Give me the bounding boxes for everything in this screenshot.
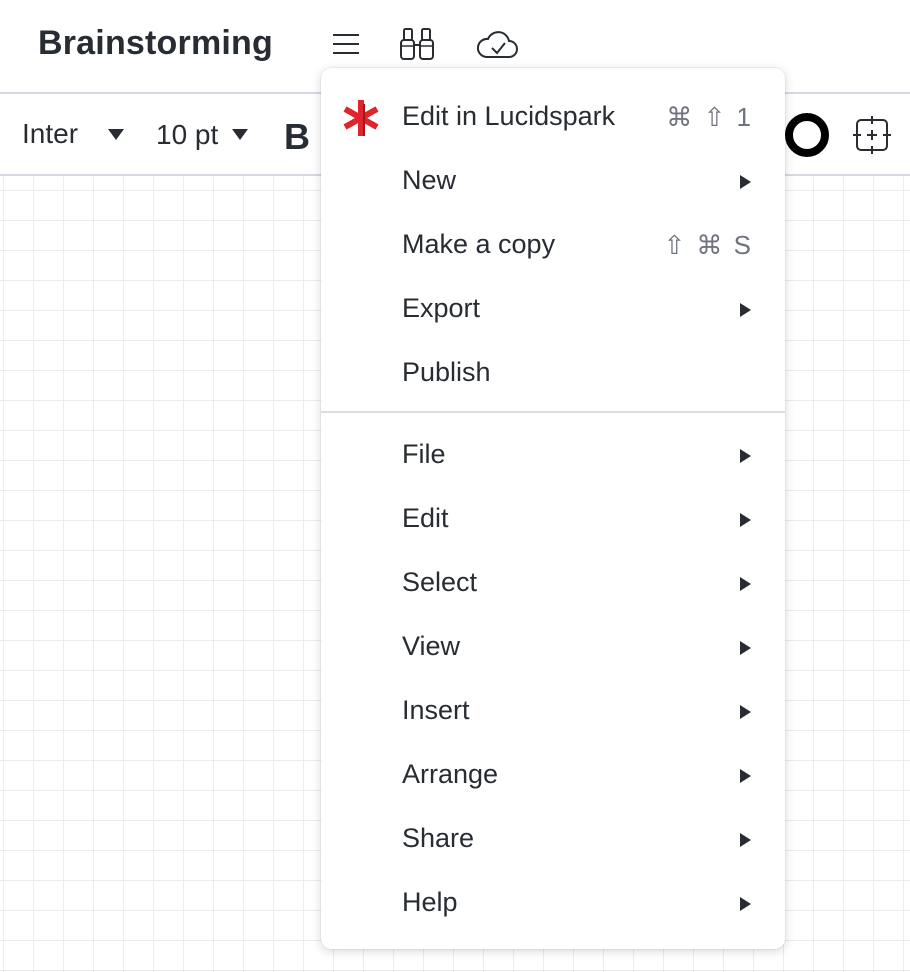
lucidspark-asterisk-icon: [341, 98, 381, 138]
menu-item-label: Export: [402, 293, 481, 323]
menu-item-file[interactable]: File: [321, 424, 785, 488]
menu-item-label: Help: [402, 887, 458, 917]
hamburger-menu-icon[interactable]: [326, 26, 366, 66]
crop-frame-icon[interactable]: [851, 114, 893, 156]
menu-item-shortcut: ⌘ ⇧ 1: [666, 102, 753, 132]
submenu-arrow-icon: [740, 449, 751, 463]
menu-item-label: Select: [402, 567, 478, 597]
menu-item-arrange[interactable]: Arrange: [321, 744, 785, 808]
menu-item-edit[interactable]: Edit: [321, 488, 785, 552]
menu-item-label: File: [402, 439, 446, 469]
menu-item-label: Share: [402, 823, 475, 853]
menu-item-make-a-copy[interactable]: Make a copy ⇧ ⌘ S: [321, 214, 785, 278]
menu-item-shortcut: ⇧ ⌘ S: [663, 230, 753, 260]
menu-item-label: Publish: [402, 357, 491, 387]
menu-item-label: New: [402, 165, 457, 195]
menu-item-share[interactable]: Share: [321, 808, 785, 872]
menu-item-select[interactable]: Select: [321, 552, 785, 616]
submenu-arrow-icon: [740, 175, 751, 189]
menu-item-export[interactable]: Export: [321, 278, 785, 342]
submenu-arrow-icon: [740, 641, 751, 655]
main-menu-dropdown: Edit in Lucidspark ⌘ ⇧ 1 New Make a copy…: [321, 68, 785, 949]
menu-item-label: Arrange: [402, 759, 499, 789]
submenu-arrow-icon: [740, 513, 751, 527]
menu-item-new[interactable]: New: [321, 150, 785, 214]
submenu-arrow-icon: [740, 769, 751, 783]
menu-item-view[interactable]: View: [321, 616, 785, 680]
submenu-arrow-icon: [740, 577, 751, 591]
line-color-icon[interactable]: [784, 112, 830, 158]
bold-button[interactable]: B: [284, 116, 310, 158]
menu-item-publish[interactable]: Publish: [321, 342, 785, 406]
menu-item-label: View: [402, 631, 461, 661]
menu-item-label: Edit in Lucidspark: [402, 101, 616, 131]
menu-item-insert[interactable]: Insert: [321, 680, 785, 744]
submenu-arrow-icon: [740, 833, 751, 847]
document-title[interactable]: Brainstorming: [38, 24, 273, 63]
cloud-check-icon[interactable]: [476, 26, 518, 66]
submenu-arrow-icon: [740, 303, 751, 317]
font-size-caret-icon[interactable]: [232, 129, 248, 140]
font-size-select[interactable]: 10 pt: [156, 119, 218, 151]
menu-item-label: Edit: [402, 503, 449, 533]
binoculars-icon[interactable]: [397, 26, 437, 66]
submenu-arrow-icon: [740, 705, 751, 719]
menu-divider: [321, 411, 785, 413]
menu-item-label: Insert: [402, 695, 470, 725]
menu-item-edit-in-lucidspark[interactable]: Edit in Lucidspark ⌘ ⇧ 1: [321, 86, 785, 150]
font-family-select[interactable]: Inter: [22, 118, 78, 150]
menu-item-label: Make a copy: [402, 229, 556, 259]
menu-item-help[interactable]: Help: [321, 872, 785, 936]
submenu-arrow-icon: [740, 897, 751, 911]
font-family-caret-icon[interactable]: [108, 129, 124, 140]
